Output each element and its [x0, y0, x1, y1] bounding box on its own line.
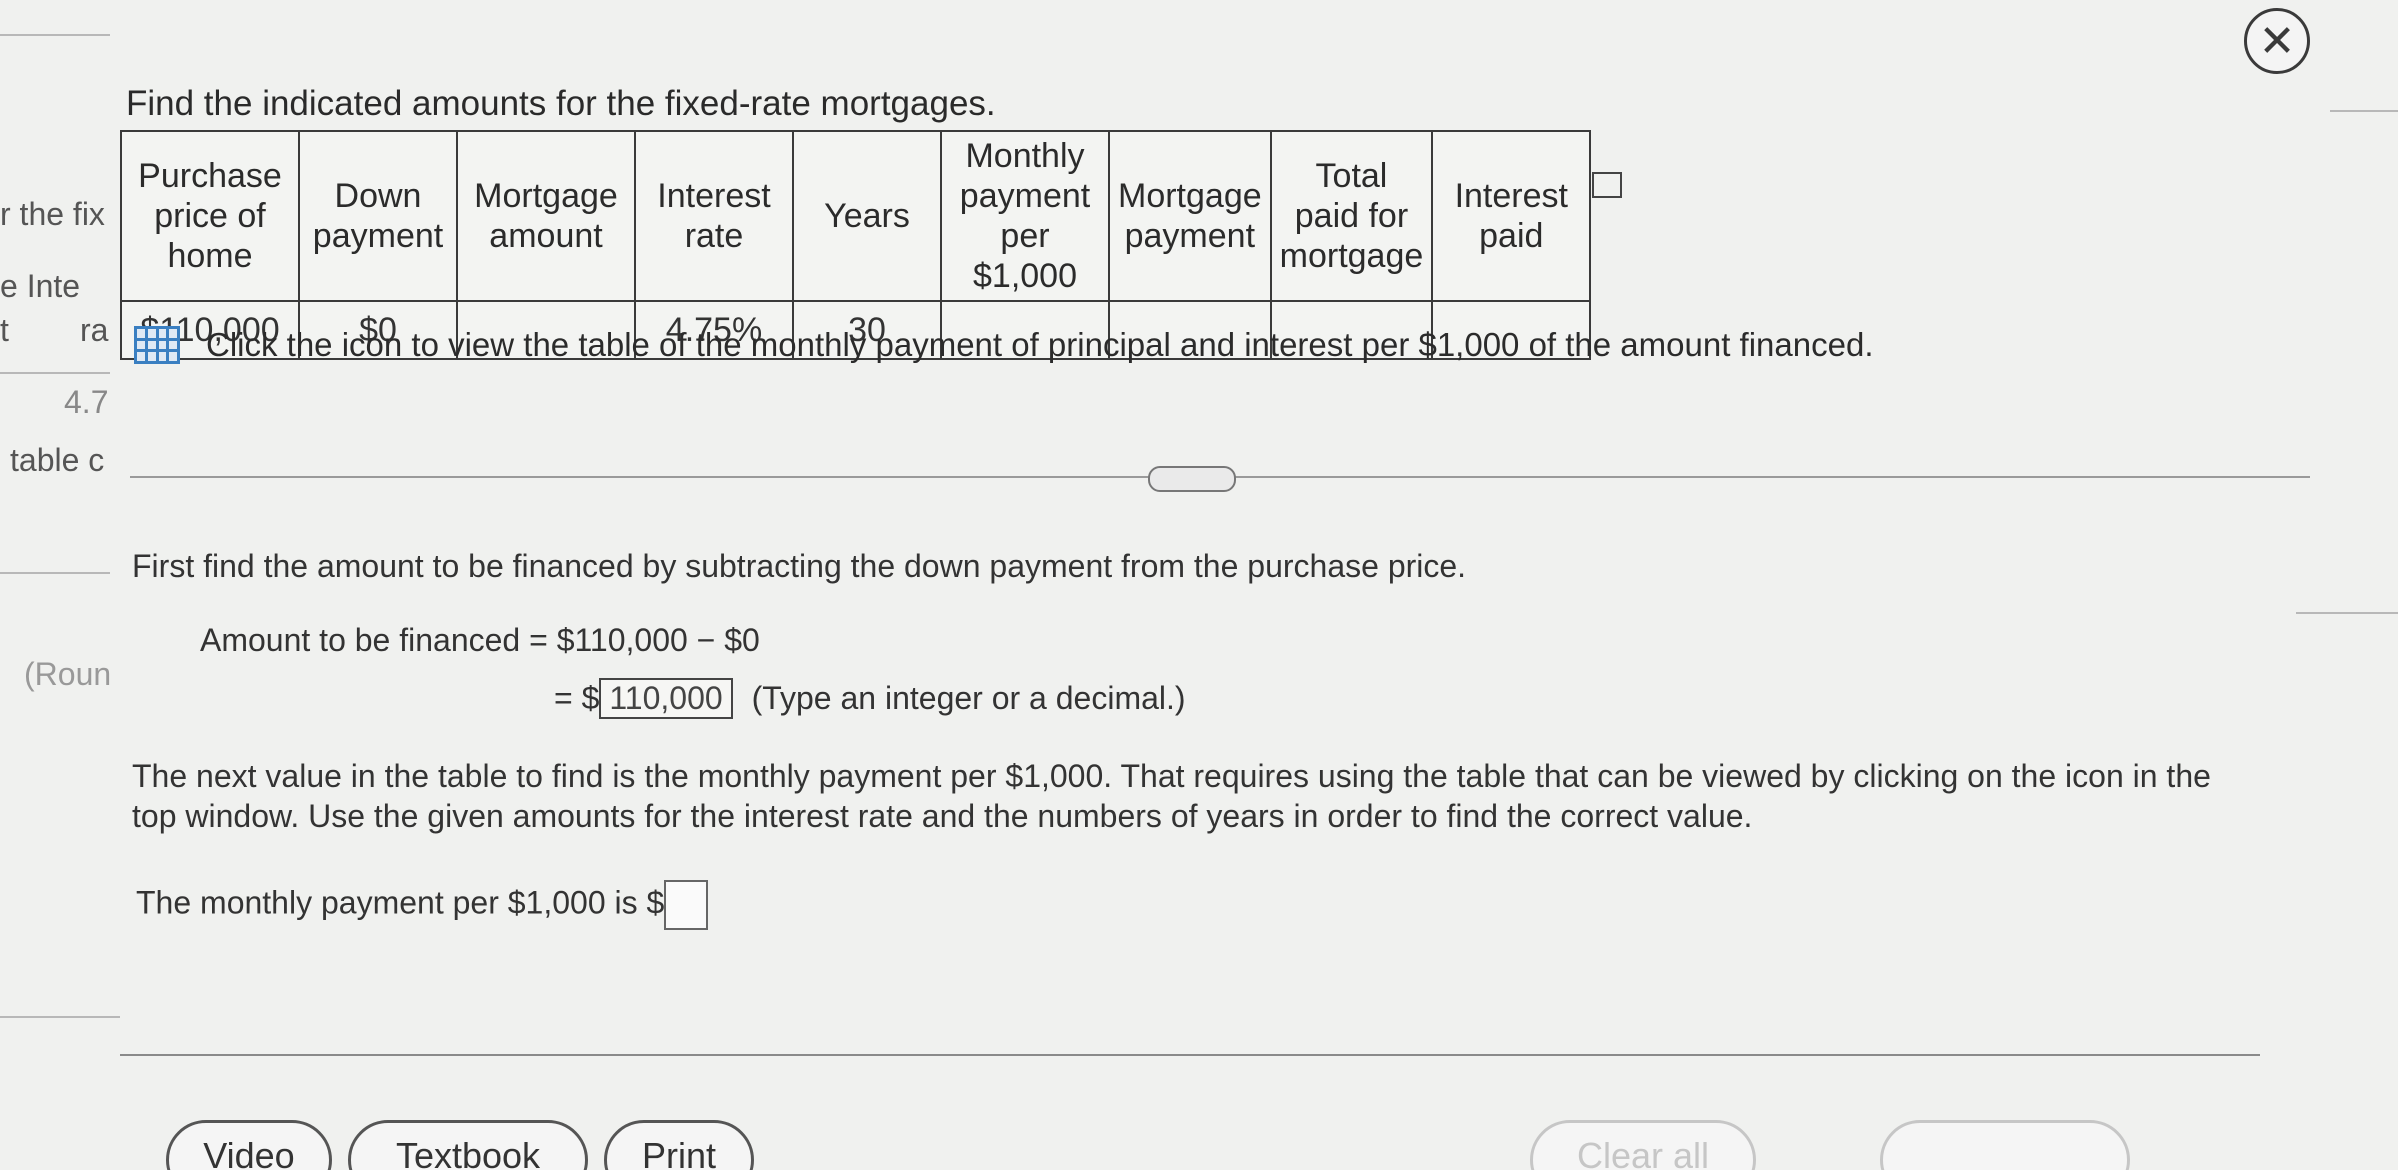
screen: r the fix e Inte t ra 4.7 table c (Roun … — [0, 0, 2398, 1170]
question-prompt: Find the indicated amounts for the fixed… — [126, 84, 996, 123]
column-header: Mortgage payment — [1108, 130, 1272, 302]
close-button[interactable]: ✕ — [2244, 8, 2310, 74]
background-text: e Inte — [0, 268, 81, 304]
monthly-payment-row: The monthly payment per $1,000 is $ — [136, 880, 709, 930]
divider — [0, 572, 110, 574]
close-icon: ✕ — [2258, 16, 2296, 66]
background-text: 4.7 — [64, 384, 109, 420]
amount-answer-row: = $110,000 (Type an integer or a decimal… — [554, 678, 1186, 719]
column-header: Monthly payment per $1,000 — [940, 130, 1110, 302]
footer-divider — [120, 1054, 2260, 1056]
check-answer-button[interactable] — [1880, 1120, 2130, 1170]
divider — [2330, 110, 2398, 112]
textbook-button[interactable]: Textbook — [348, 1120, 588, 1170]
background-text: ra — [80, 312, 109, 348]
divider — [2296, 612, 2398, 614]
info-text: Click the icon to view the table of the … — [206, 326, 1874, 363]
background-text: (Roun — [24, 656, 112, 692]
column-header: Down payment — [298, 130, 458, 302]
expand-icon[interactable] — [1592, 172, 1622, 198]
monthly-payment-label: The monthly payment per $1,000 is $ — [136, 884, 665, 921]
equals-label: = $ — [554, 680, 600, 716]
step-instruction: The next value in the table to find is t… — [132, 758, 2211, 834]
print-button[interactable]: Print — [604, 1120, 754, 1170]
amount-answer-field[interactable]: 110,000 — [599, 678, 733, 719]
monthly-payment-input[interactable] — [664, 880, 709, 930]
amount-financed-equation: Amount to be financed = $110,000 − $0 — [200, 622, 760, 658]
column-header: Mortgage amount — [456, 130, 636, 302]
info-row: Click the icon to view the table of the … — [134, 326, 1873, 364]
divider — [0, 372, 110, 374]
table-header-row: Purchase price of home Down payment Mort… — [120, 130, 1592, 302]
column-header: Years — [792, 130, 942, 302]
step-instruction: First find the amount to be financed by … — [132, 548, 1467, 584]
divider — [0, 34, 110, 36]
column-header: Total paid for mortgage — [1269, 130, 1434, 302]
table-grid-icon[interactable] — [134, 326, 180, 364]
divider — [0, 1016, 120, 1018]
column-header: Purchase price of home — [120, 130, 300, 302]
column-header: Interest paid — [1431, 130, 1592, 302]
type-hint: (Type an integer or a decimal.) — [751, 680, 1186, 716]
background-text: r the fix — [0, 196, 105, 232]
column-header: Interest rate — [634, 130, 794, 302]
background-text: table c — [10, 442, 105, 478]
expand-collapse-handle[interactable] — [1148, 466, 1236, 492]
clear-all-button[interactable]: Clear all — [1530, 1120, 1756, 1170]
background-text: t — [0, 312, 9, 348]
video-button[interactable]: Video — [166, 1120, 332, 1170]
